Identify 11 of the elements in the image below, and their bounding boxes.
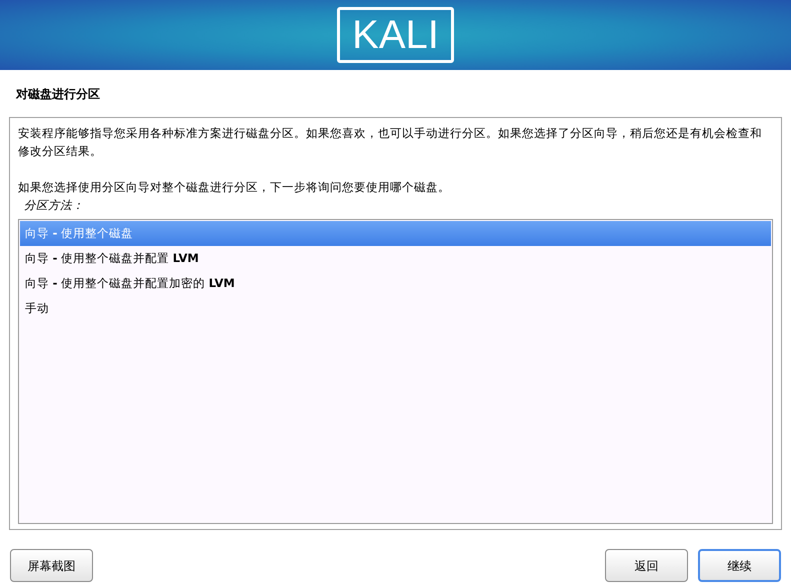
screenshot-button[interactable]: 屏幕截图 [10, 549, 93, 582]
list-label: 分区方法： [23, 197, 85, 214]
info-paragraph: 如果您选择使用分区向导对整个磁盘进行分区，下一步将询问您要使用哪个磁盘。 [18, 179, 451, 196]
back-button[interactable]: 返回 [605, 549, 688, 582]
continue-button[interactable]: 继续 [698, 549, 781, 582]
intro-paragraph: 安装程序能够指导您采用各种标准方案进行磁盘分区。如果您喜欢，也可以手动进行分区。如果您选择了分区向导，稍后您还是有机会检查和修改分区结果。 [18, 125, 763, 160]
logo: KALI [337, 7, 454, 63]
page-title: 对磁盘进行分区 [14, 86, 101, 103]
list-item[interactable]: 手动 [20, 296, 771, 321]
list-item[interactable]: 向导 - 使用整个磁盘并配置加密的 LVM [20, 271, 771, 296]
list-item[interactable]: 向导 - 使用整个磁盘并配置 LVM [20, 246, 771, 271]
